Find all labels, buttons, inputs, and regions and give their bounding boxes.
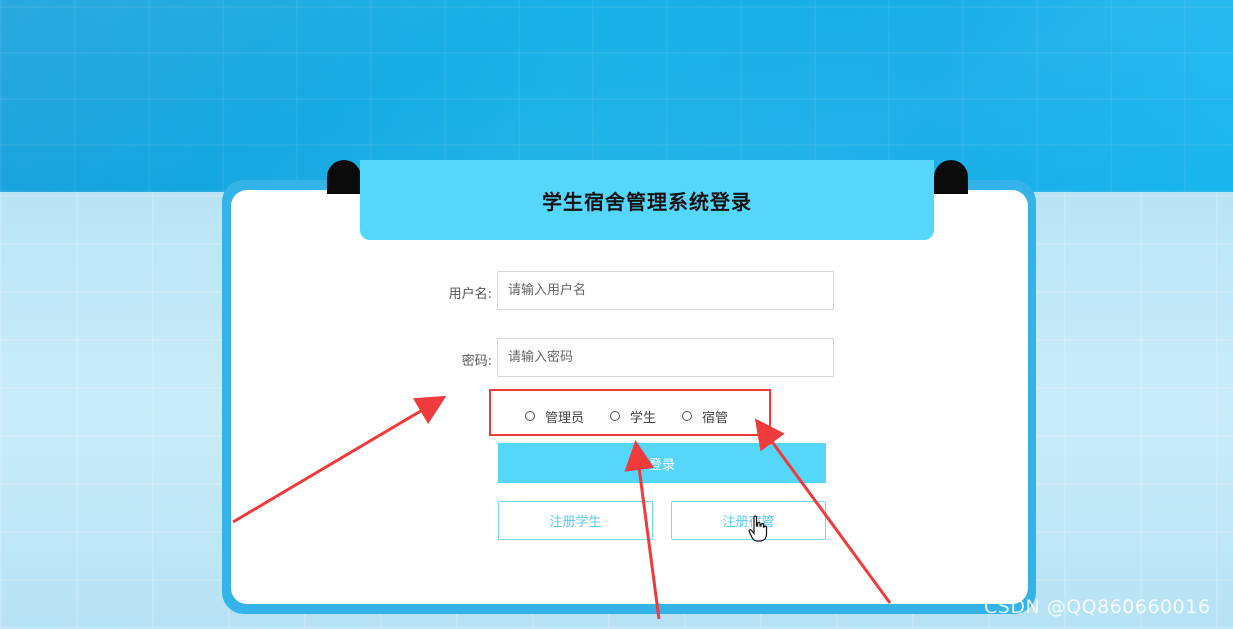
watermark: CSDN @QQ860660016	[984, 596, 1211, 618]
annotation-arrows	[232, 395, 892, 620]
hand-pointer-icon	[748, 515, 768, 542]
annotation-arrow-right	[754, 418, 892, 604]
annotation-arrow-middle	[624, 440, 661, 620]
annotation-arrow-left	[232, 395, 447, 524]
